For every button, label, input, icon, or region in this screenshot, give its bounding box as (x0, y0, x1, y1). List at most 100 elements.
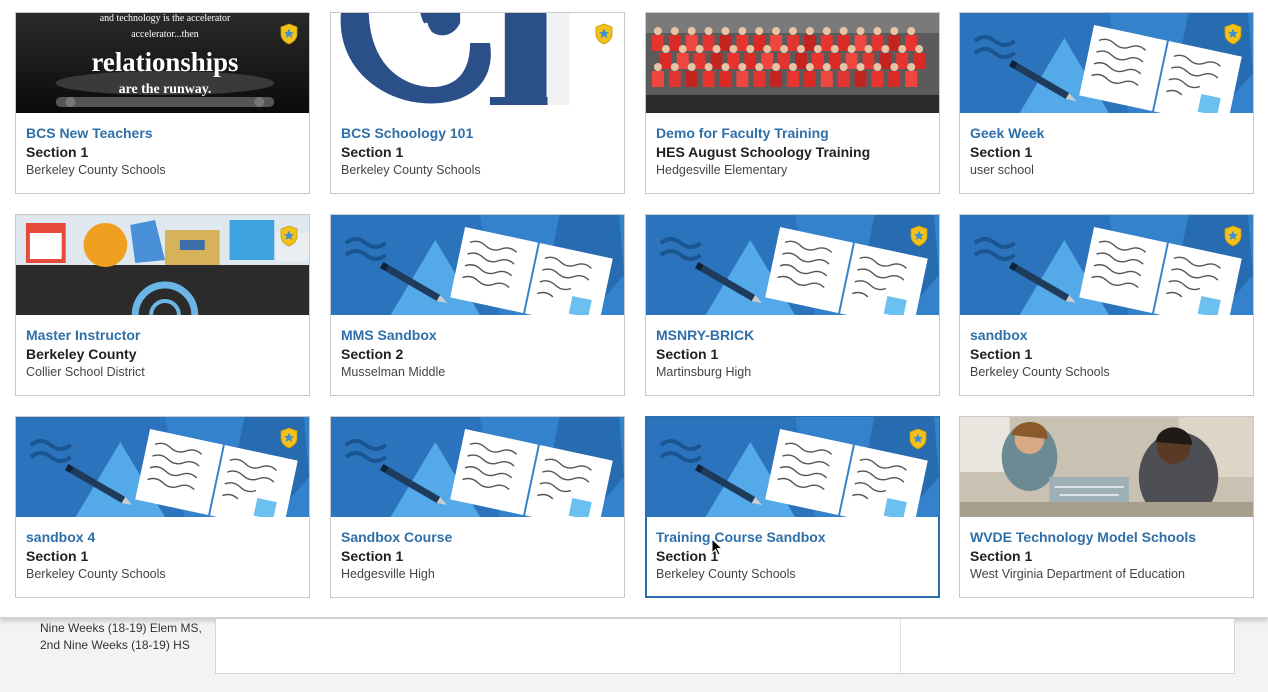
featured-badge-icon (594, 23, 614, 45)
featured-badge-icon (909, 225, 929, 247)
svg-text:are the runway.: are the runway. (119, 82, 212, 97)
course-dashboard-panel: and technology is the accelerator accele… (0, 0, 1268, 618)
course-cover-image[interactable] (331, 13, 624, 113)
course-cover-image[interactable] (331, 215, 624, 315)
course-school: Hedgesville High (341, 567, 435, 581)
course-info: Sandbox Course Section 1 Hedgesville Hig… (341, 528, 616, 583)
course-title-link[interactable]: Demo for Faculty Training (656, 124, 931, 142)
course-title-link[interactable]: Master Instructor (26, 326, 301, 344)
course-school: Berkeley County Schools (26, 567, 166, 581)
course-info: sandbox Section 1 Berkeley County School… (970, 326, 1245, 381)
book-cover-illustration (331, 417, 624, 517)
course-school: Martinsburg High (656, 365, 752, 379)
course-card[interactable]: Demo for Faculty Training HES August Sch… (645, 12, 940, 194)
course-section: Section 1 (970, 144, 1033, 160)
book-cover-illustration (646, 417, 939, 517)
course-title-link[interactable]: sandbox 4 (26, 528, 301, 546)
mouse-cursor-icon (711, 538, 723, 556)
course-info: MMS Sandbox Section 2 Musselman Middle (341, 326, 616, 381)
course-title-link[interactable]: BCS New Teachers (26, 124, 301, 142)
course-title-link[interactable]: Geek Week (970, 124, 1245, 142)
featured-badge-icon (279, 23, 299, 45)
course-title-link[interactable]: sandbox (970, 326, 1245, 344)
course-card[interactable]: MMS Sandbox Section 2 Musselman Middle (330, 214, 625, 396)
grading-period-text: Nine Weeks (18-19) Elem MS, 2nd Nine Wee… (40, 620, 202, 654)
relationships-quote-image: and technology is the accelerator accele… (16, 13, 309, 113)
course-title-link[interactable]: Sandbox Course (341, 528, 616, 546)
course-section: Section 2 (341, 346, 404, 362)
course-info: Demo for Faculty Training HES August Sch… (656, 124, 931, 179)
course-title-link[interactable]: WVDE Technology Model Schools (970, 528, 1245, 546)
course-card[interactable]: Geek Week Section 1 user school (959, 12, 1254, 194)
book-cover-illustration (16, 417, 309, 517)
course-card[interactable]: sandbox Section 1 Berkeley County School… (959, 214, 1254, 396)
featured-badge-icon (279, 225, 299, 247)
svg-text:and technology is the accelera: and technology is the accelerator (100, 13, 231, 24)
course-cover-image[interactable] (960, 417, 1253, 517)
course-card[interactable]: WVDE Technology Model Schools Section 1 … (959, 416, 1254, 598)
course-section: Section 1 (341, 548, 404, 564)
schoology-logo-image (331, 13, 624, 113)
course-cover-image[interactable] (16, 417, 309, 517)
students-building-photo (960, 417, 1253, 517)
course-section: HES August Schoology Training (656, 144, 871, 160)
course-section: Section 1 (341, 144, 404, 160)
course-section: Section 1 (656, 346, 719, 362)
featured-badge-icon (1223, 23, 1243, 45)
course-section: Section 1 (26, 144, 89, 160)
book-cover-illustration (960, 215, 1253, 315)
course-section: Section 1 (970, 346, 1033, 362)
course-title-link[interactable]: Training Course Sandbox (656, 528, 930, 546)
book-cover-illustration (646, 215, 939, 315)
grading-period-line-1: Nine Weeks (18-19) Elem MS, (40, 621, 202, 635)
course-school: Berkeley County Schools (970, 365, 1110, 379)
course-card[interactable]: BCS Schoology 101 Section 1 Berkeley Cou… (330, 12, 625, 194)
course-cover-image[interactable] (960, 13, 1253, 113)
svg-text:accelerator...then: accelerator...then (131, 29, 198, 40)
course-school: Berkeley County Schools (656, 567, 796, 581)
course-card[interactable]: Training Course Sandbox Section 1 Berkel… (645, 416, 940, 598)
background-table-divider (900, 619, 901, 673)
svg-text:relationships: relationships (92, 47, 239, 77)
course-school: Hedgesville Elementary (656, 163, 788, 177)
course-school: Berkeley County Schools (341, 163, 481, 177)
course-info: Training Course Sandbox Section 1 Berkel… (656, 528, 930, 583)
course-school: Collier School District (26, 365, 145, 379)
course-cover-image[interactable] (16, 215, 309, 315)
course-cover-image[interactable] (646, 417, 939, 517)
book-cover-illustration (331, 215, 624, 315)
course-card[interactable]: and technology is the accelerator accele… (15, 12, 310, 194)
background-table-box (215, 619, 1235, 674)
course-cover-image[interactable] (646, 13, 939, 113)
course-card[interactable]: Sandbox Course Section 1 Hedgesville Hig… (330, 416, 625, 598)
course-info: Geek Week Section 1 user school (970, 124, 1245, 179)
course-school: Berkeley County Schools (26, 163, 166, 177)
featured-badge-icon (1223, 225, 1243, 247)
featured-badge-icon (908, 428, 928, 450)
course-section: Section 1 (26, 548, 89, 564)
course-cover-image[interactable] (646, 215, 939, 315)
course-info: MSNRY-BRICK Section 1 Martinsburg High (656, 326, 931, 381)
course-cover-image[interactable] (331, 417, 624, 517)
book-cover-illustration (960, 13, 1253, 113)
course-school: West Virginia Department of Education (970, 567, 1185, 581)
featured-badge-icon (279, 427, 299, 449)
course-info: BCS New Teachers Section 1 Berkeley Coun… (26, 124, 301, 179)
course-section: Section 1 (656, 548, 719, 564)
course-card[interactable]: Master Instructor Berkeley County Collie… (15, 214, 310, 396)
course-info: Master Instructor Berkeley County Collie… (26, 326, 301, 381)
course-title-link[interactable]: MMS Sandbox (341, 326, 616, 344)
course-school: Musselman Middle (341, 365, 446, 379)
course-card[interactable]: sandbox 4 Section 1 Berkeley County Scho… (15, 416, 310, 598)
course-info: BCS Schoology 101 Section 1 Berkeley Cou… (341, 124, 616, 179)
course-cover-image[interactable]: and technology is the accelerator accele… (16, 13, 309, 113)
course-card[interactable]: MSNRY-BRICK Section 1 Martinsburg High (645, 214, 940, 396)
course-title-link[interactable]: BCS Schoology 101 (341, 124, 616, 142)
course-info: WVDE Technology Model Schools Section 1 … (970, 528, 1245, 583)
course-section: Section 1 (970, 548, 1033, 564)
course-title-link[interactable]: MSNRY-BRICK (656, 326, 931, 344)
school-icons-collage-image (16, 215, 309, 315)
faculty-group-photo (646, 13, 939, 113)
course-info: sandbox 4 Section 1 Berkeley County Scho… (26, 528, 301, 583)
course-cover-image[interactable] (960, 215, 1253, 315)
